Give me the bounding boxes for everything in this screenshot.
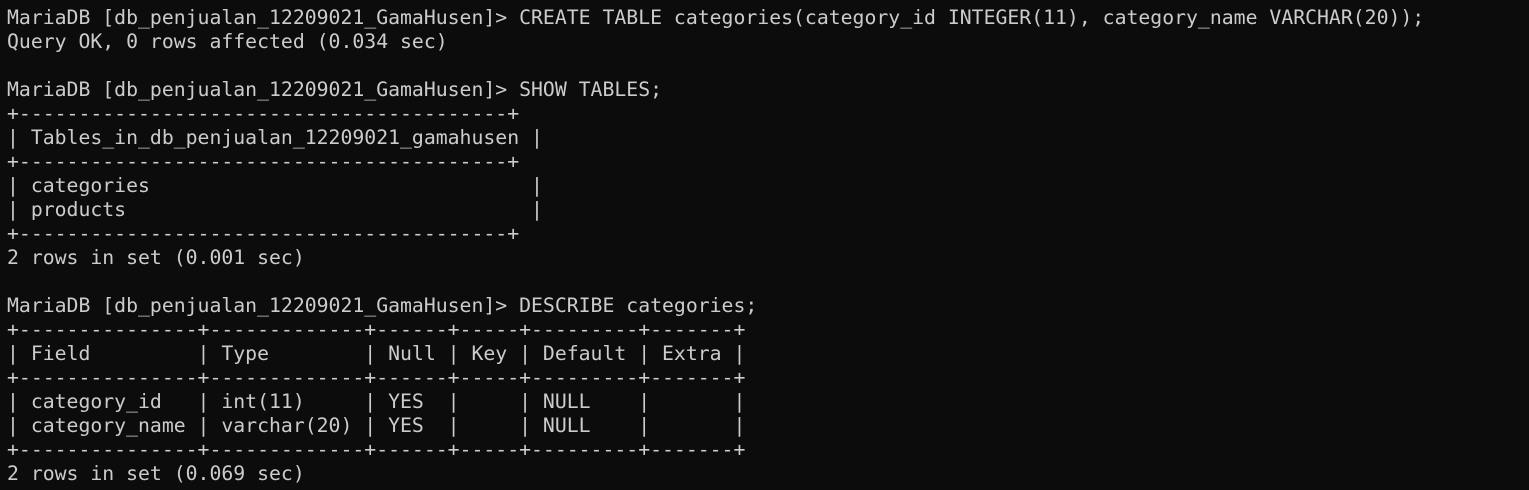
command-show-tables: MariaDB [db_penjualan_12209021_GamaHusen… — [7, 78, 663, 101]
tables-header: | Tables_in_db_penjualan_12209021_gamahu… — [7, 126, 543, 149]
describe-header: | Field | Type | Null | Key | Default | … — [7, 342, 746, 365]
command-create-table: MariaDB [db_penjualan_12209021_GamaHusen… — [7, 6, 1425, 29]
command-describe: MariaDB [db_penjualan_12209021_GamaHusen… — [7, 294, 758, 317]
table-border: +---------------+-------------+------+--… — [7, 366, 746, 389]
table-border: +---------------+-------------+------+--… — [7, 438, 746, 461]
table-row: | category_id | int(11) | YES | | NULL |… — [7, 390, 746, 413]
query-result-create: Query OK, 0 rows affected (0.034 sec) — [7, 30, 448, 53]
table-border: +---------------------------------------… — [7, 102, 520, 125]
table-border: +---------------+-------------+------+--… — [7, 318, 746, 341]
table-row: | categories | — [7, 174, 543, 197]
table-row: | category_name | varchar(20) | YES | | … — [7, 414, 746, 437]
rows-in-set-describe: 2 rows in set (0.069 sec) — [7, 462, 305, 485]
terminal-window[interactable]: MariaDB [db_penjualan_12209021_GamaHusen… — [0, 0, 1529, 490]
table-border: +---------------------------------------… — [7, 150, 520, 173]
rows-in-set-tables: 2 rows in set (0.001 sec) — [7, 246, 305, 269]
table-row: | products | — [7, 198, 543, 221]
table-border: +---------------------------------------… — [7, 222, 520, 245]
